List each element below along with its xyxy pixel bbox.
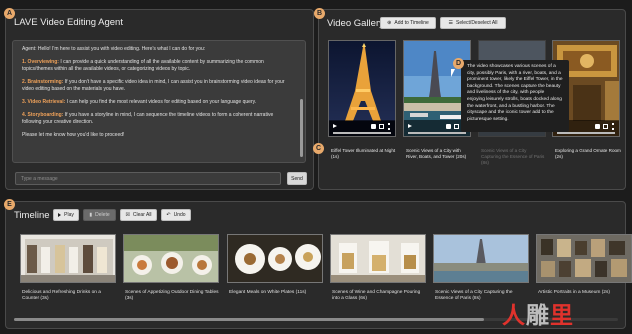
mouse-cursor-icon [451, 69, 455, 77]
timeline-clip[interactable]: Scenes of Wine and Champagne Pouring int… [330, 234, 426, 304]
agent-item-overviewing: 1. Overviewing: I can provide a quick un… [22, 59, 293, 74]
timeline-clip[interactable]: Elegant Meals on White Plates (11s) [227, 234, 323, 304]
marker-e: E [4, 199, 15, 210]
undo-button[interactable]: ↶ Undo [161, 209, 191, 221]
send-button[interactable]: Send [287, 172, 307, 185]
clear-icon: ☒ [125, 212, 130, 218]
agent-panel-title: LAVE Video Editing Agent [14, 17, 123, 28]
agent-item-retrieval: 3. Video Retrieval: I can help you find … [22, 99, 293, 106]
clear-label: Clear All [132, 212, 152, 218]
gallery-title: Video Gallery [327, 18, 384, 29]
clip-caption: Scenes of Wine and Champagne Pouring int… [332, 290, 421, 302]
delete-button[interactable]: ▮ Delete [83, 209, 116, 221]
play-icon[interactable] [408, 124, 412, 128]
card-caption: Eiffel Tower Illuminated at Night (1s) [331, 148, 396, 160]
item-title: 3. Video Retrieval: [22, 98, 66, 105]
agent-closing: Please let me know how you'd like to pro… [22, 131, 125, 138]
timeline-clip[interactable]: Delicious and Refreshing Drinks on a Cou… [20, 234, 116, 304]
museum-portraits-image [537, 235, 631, 282]
card-caption: Exploring a Grand Ornate Room (2s) [555, 148, 621, 160]
volume-icon[interactable] [446, 124, 451, 129]
seek-bar[interactable] [333, 132, 391, 134]
undo-icon: ↶ [166, 212, 171, 218]
watermark-part: 里 [550, 303, 574, 329]
drinks-image [21, 235, 115, 282]
play-icon[interactable] [333, 124, 337, 128]
seek-bar[interactable] [557, 132, 615, 134]
watermark-part: 雕 [526, 303, 550, 329]
more-options-icon[interactable] [388, 123, 390, 130]
select-label: Select/Deselect All [456, 20, 498, 26]
item-title: 1. Overviewing: [22, 58, 59, 65]
item-title: 2. Brainstorming: [22, 78, 64, 85]
delete-label: Delete [95, 212, 110, 218]
item-text: I can help you find the most relevant vi… [65, 98, 257, 105]
marker-c: C [313, 143, 324, 154]
agent-chat-log: Agent: Hello! I'm here to assist you wit… [12, 40, 306, 163]
video-summary-tooltip: The video showcases various scenes of a … [461, 60, 569, 132]
agent-greeting: Agent: Hello! I'm here to assist you wit… [22, 46, 206, 52]
outdoor-dining-image [124, 235, 218, 282]
wine-pouring-image [331, 235, 425, 282]
fullscreen-icon[interactable] [603, 124, 608, 129]
video-thumbnail[interactable] [328, 40, 396, 137]
timeline-clip[interactable]: Scenic Views of a City Capturing the Ess… [433, 234, 529, 304]
more-options-icon[interactable] [612, 123, 614, 130]
marker-d: D [453, 58, 464, 69]
add-to-timeline-button[interactable]: ⊕ Add to Timeline [380, 17, 436, 29]
seek-bar[interactable] [408, 132, 466, 134]
message-input[interactable] [15, 172, 281, 185]
video-controls [329, 120, 395, 136]
volume-icon[interactable] [371, 124, 376, 129]
clip-thumbnail[interactable] [433, 234, 529, 283]
white-plates-image [228, 235, 322, 282]
volume-icon[interactable] [595, 124, 600, 129]
marker-b: B [314, 8, 325, 19]
timeline-clip[interactable]: Scenes of Appetizing Outdoor Dining Tabl… [123, 234, 219, 304]
fullscreen-icon[interactable] [379, 124, 384, 129]
watermark-part: 人 [502, 303, 526, 329]
clip-caption: Scenes of Appetizing Outdoor Dining Tabl… [125, 290, 219, 302]
play-icon [58, 213, 62, 217]
trash-icon: ▮ [89, 212, 93, 218]
chat-scrollbar-thumb[interactable] [300, 99, 303, 157]
item-title: 4. Storyboarding: [22, 111, 64, 118]
card-caption: Scenic Views of a City with River, Boats… [406, 148, 467, 160]
undo-label: Undo [173, 212, 186, 218]
item-text: I can provide a quick understanding of a… [22, 58, 264, 72]
add-icon: ⊕ [387, 20, 392, 26]
clip-thumbnail[interactable] [536, 234, 632, 283]
card-caption: Scenic Views of a City Capturing the Ess… [481, 148, 545, 166]
checklist-icon: ☰ [448, 20, 454, 26]
select-all-button[interactable]: ☰ Select/Deselect All [440, 17, 506, 29]
add-label: Add to Timeline [394, 20, 429, 26]
timeline-title: Timeline [14, 210, 50, 221]
play-label: Play [64, 212, 74, 218]
agent-item-storyboarding: 4. Storyboarding: If you have a storylin… [22, 112, 293, 127]
clip-thumbnail[interactable] [20, 234, 116, 283]
agent-item-brainstorming: 2. Brainstorming: If you don't have a sp… [22, 79, 293, 94]
watermark-logo: 人雕里 [502, 296, 574, 330]
clip-caption: Elegant Meals on White Plates (11s) [229, 290, 307, 295]
timeline-scrollbar-thumb[interactable] [14, 318, 484, 321]
clear-all-button[interactable]: ☒ Clear All [120, 209, 157, 221]
gallery-card[interactable]: Eiffel Tower Illuminated at Night (1s) [328, 40, 396, 176]
clip-thumbnail[interactable] [330, 234, 426, 283]
clip-thumbnail[interactable] [123, 234, 219, 283]
fullscreen-icon[interactable] [454, 124, 459, 129]
clip-caption: Delicious and Refreshing Drinks on a Cou… [22, 290, 101, 302]
timeline-clip[interactable]: Artistic Portraits in a Museum (2s) [536, 234, 632, 304]
paris-city-image [434, 235, 528, 282]
clip-thumbnail[interactable] [227, 234, 323, 283]
play-button[interactable]: Play [53, 209, 79, 221]
